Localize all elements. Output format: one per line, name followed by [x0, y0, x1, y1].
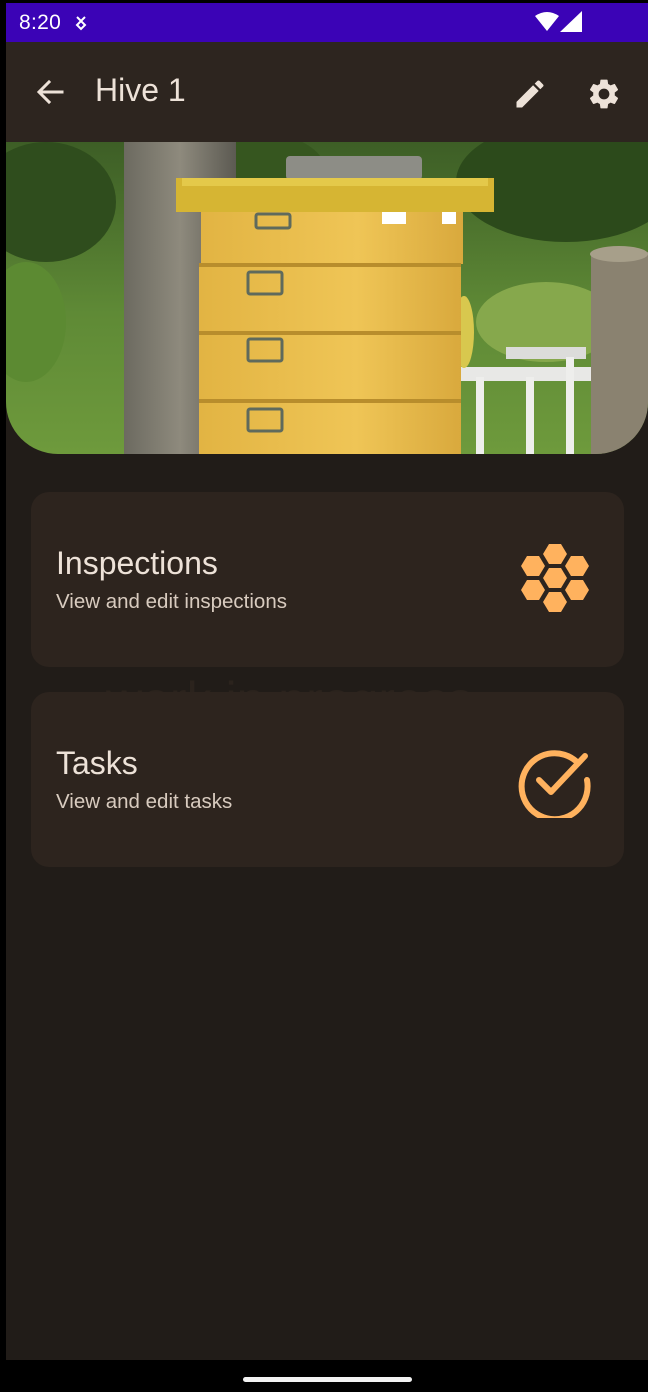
usb-debug-icon	[75, 16, 87, 31]
page-title: Hive 1	[95, 72, 186, 108]
status-time: 8:20	[19, 11, 62, 34]
card-subtitle: View and edit inspections	[56, 590, 287, 613]
status-bar: 8:20	[6, 3, 648, 42]
check-circle-icon	[518, 750, 591, 818]
card-title: Inspections	[56, 545, 218, 581]
hive-photo	[6, 142, 648, 454]
app-screen: 8:20 Hive 1 Inspections View and edit in…	[6, 3, 648, 1392]
system-nav-bar	[6, 1360, 648, 1392]
pencil-icon[interactable]	[512, 76, 548, 112]
tasks-card[interactable]: Tasks View and edit tasks	[31, 692, 624, 867]
card-subtitle: View and edit tasks	[56, 790, 233, 813]
card-title: Tasks	[56, 745, 138, 781]
gear-icon[interactable]	[586, 76, 622, 112]
arrow-back-icon[interactable]	[34, 76, 66, 108]
app-bar: Hive 1	[6, 42, 648, 142]
home-indicator[interactable]	[243, 1377, 412, 1382]
cell-signal-icon	[560, 11, 582, 32]
honeycomb-icon	[521, 544, 589, 612]
inspections-card[interactable]: Inspections View and edit inspections	[31, 492, 624, 667]
wifi-icon	[535, 12, 559, 31]
